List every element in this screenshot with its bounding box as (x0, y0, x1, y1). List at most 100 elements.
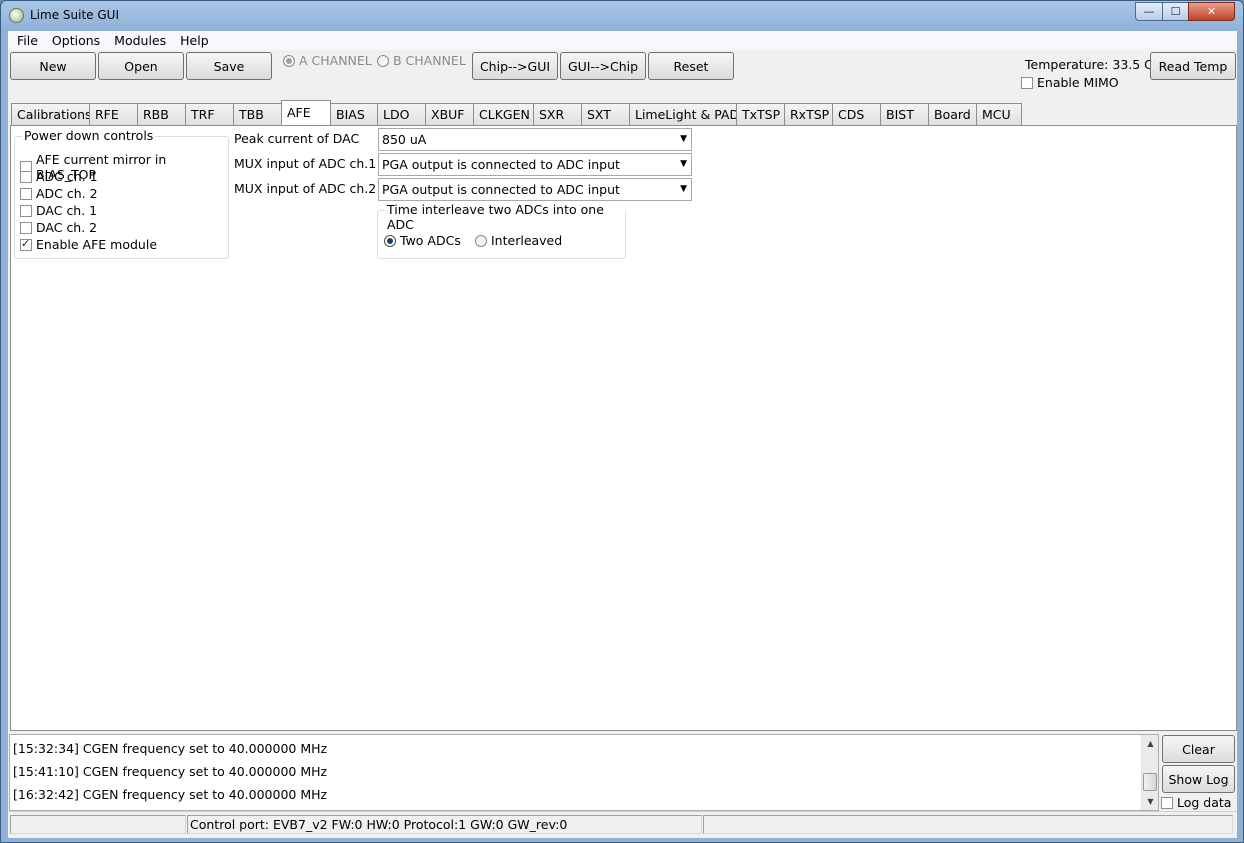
tab-sxt[interactable]: SXT (581, 103, 630, 125)
log-line: [15:32:34] CGEN frequency set to 40.0000… (13, 741, 328, 756)
tab-rfe[interactable]: RFE (89, 103, 138, 125)
window-title: Lime Suite GUI (30, 8, 119, 22)
checkbox-label: ADC ch. 2 (36, 186, 98, 201)
temperature-readout: Temperature: 33.5 C (1025, 57, 1153, 72)
tab-limelight-pad[interactable]: LimeLight & PAD (629, 103, 739, 125)
mux-ch1-select[interactable]: PGA output is connected to ADC input ▼ (378, 153, 692, 176)
log-data-label: Log data (1177, 795, 1232, 810)
tab-sxr[interactable]: SXR (533, 103, 582, 125)
status-cell-empty (703, 815, 1233, 834)
client-area: File Options Modules Help New Open Save … (8, 31, 1237, 838)
dropdown-arrow-icon: ▼ (680, 159, 687, 169)
main-window: Lime Suite GUI — ☐ ✕ File Options Module… (0, 0, 1244, 843)
peak-current-value: 850 uA (382, 132, 427, 147)
tab-rxtsp[interactable]: RxTSP (784, 103, 833, 125)
enable-mimo-label: Enable MIMO (1037, 75, 1119, 90)
log-box[interactable]: [15:32:34] CGEN frequency set to 40.0000… (9, 734, 1159, 811)
chip-to-gui-button[interactable]: Chip-->GUI (472, 52, 558, 80)
checkbox-label: ADC ch. 1 (36, 169, 98, 184)
enable-mimo-checkbox[interactable]: Enable MIMO (1021, 75, 1119, 90)
scroll-thumb[interactable] (1143, 773, 1157, 791)
checkbox-label: DAC ch. 2 (36, 220, 98, 235)
dropdown-arrow-icon: ▼ (680, 134, 687, 144)
tab-txtsp[interactable]: TxTSP (736, 103, 785, 125)
tab-bias[interactable]: BIAS (330, 103, 378, 125)
tab-calibrations[interactable]: Calibrations (11, 103, 92, 125)
scroll-down-icon[interactable]: ▼ (1142, 793, 1159, 810)
status-bar: Control port: EVB7_v2 FW:0 HW:0 Protocol… (8, 811, 1237, 836)
maximize-button[interactable]: ☐ (1162, 2, 1189, 21)
dac-ch1-checkbox[interactable]: DAC ch. 1 (20, 203, 97, 218)
log-scrollbar[interactable]: ▲ ▼ (1141, 735, 1158, 810)
clear-button[interactable]: Clear (1162, 735, 1235, 763)
interleave-title: Time interleave two ADCs into one ADC (385, 202, 625, 232)
checkbox-icon (1021, 76, 1033, 89)
two-adcs-radio[interactable]: Two ADCs (384, 233, 461, 248)
tab-xbuf[interactable]: XBUF (425, 103, 474, 125)
status-cell-empty (10, 815, 186, 834)
mux-ch2-value: PGA output is connected to ADC input (382, 182, 620, 197)
dac-ch2-checkbox[interactable]: DAC ch. 2 (20, 220, 97, 235)
tab-board[interactable]: Board (928, 103, 977, 125)
open-button[interactable]: Open (98, 52, 184, 80)
show-log-button[interactable]: Show Log (1162, 765, 1235, 793)
checkbox-icon (20, 187, 32, 200)
checkbox-icon (20, 204, 32, 217)
checkbox-checked-icon (20, 237, 32, 251)
menu-help[interactable]: Help (173, 31, 216, 50)
title-bar[interactable]: Lime Suite GUI — ☐ ✕ (1, 1, 1243, 31)
radio-selected-icon (384, 234, 396, 247)
power-down-group: Power down controls AFE current mirror i… (14, 128, 229, 259)
minimize-button[interactable]: — (1135, 2, 1163, 21)
menu-modules[interactable]: Modules (107, 31, 173, 50)
close-icon: ✕ (1206, 5, 1217, 18)
checkbox-label: Enable AFE module (36, 237, 158, 252)
peak-current-label: Peak current of DAC (234, 131, 360, 146)
menu-file[interactable]: File (10, 31, 45, 50)
save-button[interactable]: Save (186, 52, 272, 80)
tab-mcu[interactable]: MCU (976, 103, 1022, 125)
tab-bist[interactable]: BIST (880, 103, 929, 125)
control-port-status: Control port: EVB7_v2 FW:0 HW:0 Protocol… (187, 815, 702, 834)
channel-b-label: B CHANNEL (393, 53, 466, 68)
gui-to-chip-button[interactable]: GUI-->Chip (560, 52, 646, 80)
menu-options[interactable]: Options (45, 31, 107, 50)
tab-tbb[interactable]: TBB (233, 103, 282, 125)
mux-ch1-value: PGA output is connected to ADC input (382, 157, 620, 172)
adc-ch1-checkbox[interactable]: ADC ch. 1 (20, 169, 98, 184)
mux-ch2-label: MUX input of ADC ch.2 (234, 181, 377, 196)
enable-afe-module-checkbox[interactable]: Enable AFE module (20, 237, 157, 252)
power-down-title: Power down controls (22, 128, 156, 143)
channel-a-label: A CHANNEL (299, 53, 372, 68)
close-button[interactable]: ✕ (1188, 2, 1235, 21)
log-line: [16:32:42] CGEN frequency set to 40.0000… (13, 787, 328, 802)
dropdown-arrow-icon: ▼ (680, 184, 687, 194)
mux-ch2-select[interactable]: PGA output is connected to ADC input ▼ (378, 178, 692, 201)
two-adcs-label: Two ADCs (400, 233, 461, 248)
interleaved-label: Interleaved (491, 233, 563, 248)
tab-rbb[interactable]: RBB (137, 103, 186, 125)
log-data-checkbox[interactable]: Log data (1161, 795, 1231, 810)
radio-icon (475, 234, 487, 247)
menu-bar: File Options Modules Help (8, 31, 1237, 50)
tab-trf[interactable]: TRF (185, 103, 234, 125)
channel-b-radio[interactable]: B CHANNEL (377, 53, 466, 68)
log-line: [15:41:10] CGEN frequency set to 40.0000… (13, 764, 328, 779)
reset-button[interactable]: Reset (648, 52, 734, 80)
tab-afe[interactable]: AFE (281, 100, 331, 125)
radio-icon (283, 54, 295, 67)
scroll-up-icon[interactable]: ▲ (1142, 735, 1159, 752)
interleaved-radio[interactable]: Interleaved (475, 233, 562, 248)
peak-current-select[interactable]: 850 uA ▼ (378, 128, 692, 151)
mux-ch1-label: MUX input of ADC ch.1 (234, 156, 377, 171)
new-button[interactable]: New (10, 52, 96, 80)
tab-cds[interactable]: CDS (832, 103, 881, 125)
checkbox-icon (20, 170, 32, 183)
tab-clkgen[interactable]: CLKGEN (473, 103, 534, 125)
read-temp-button[interactable]: Read Temp (1150, 52, 1236, 80)
adc-ch2-checkbox[interactable]: ADC ch. 2 (20, 186, 98, 201)
radio-icon (377, 54, 389, 67)
module-tabs: Calibrations RFE RBB TRF TBB AFE BIAS LD… (11, 100, 1022, 125)
tab-ldo[interactable]: LDO (377, 103, 426, 125)
channel-a-radio[interactable]: A CHANNEL (283, 53, 372, 68)
